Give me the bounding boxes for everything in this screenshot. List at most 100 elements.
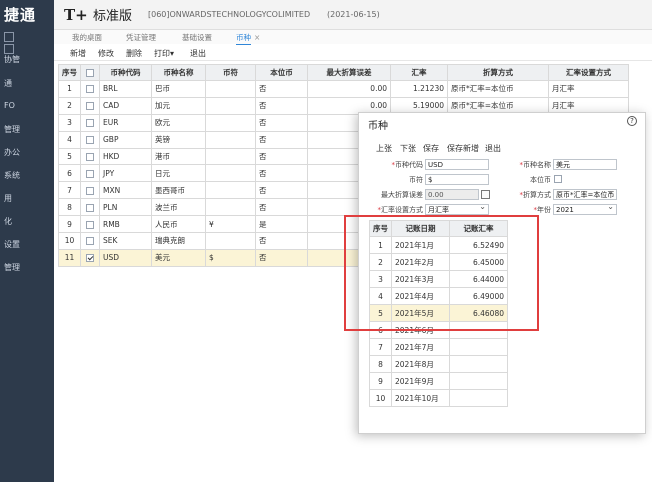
- row-checkbox[interactable]: [86, 237, 94, 246]
- sidebar-item[interactable]: 管理: [4, 262, 20, 273]
- cell-name: 人民币: [151, 215, 206, 234]
- row-select-cell[interactable]: [80, 164, 100, 183]
- row-checkbox[interactable]: [86, 85, 94, 94]
- cell-rate: 1.21230: [390, 80, 448, 98]
- exit-button[interactable]: 退出: [190, 48, 206, 59]
- cell-no: 7: [58, 181, 81, 200]
- cell-name: 瑞典克朗: [151, 232, 206, 250]
- tab-voucher[interactable]: 凭证管理: [126, 32, 156, 43]
- row-checkbox[interactable]: [86, 254, 94, 263]
- row-checkbox[interactable]: [86, 119, 94, 128]
- table-row[interactable]: 1 BRL 巴币 否 0.00 1.21230 原币*汇率=本位币 月汇率: [58, 80, 629, 98]
- sidebar-collapse-icon[interactable]: [4, 44, 14, 54]
- row-checkbox[interactable]: [86, 153, 94, 161]
- row-select-cell[interactable]: [80, 96, 100, 115]
- sidebar-item[interactable]: FO: [4, 101, 15, 110]
- row-select-cell[interactable]: [80, 113, 100, 132]
- dialog-toolbar: 上张 下张 保存 保存新增 退出: [359, 141, 645, 155]
- row-checkbox[interactable]: [86, 186, 94, 195]
- sidebar-item[interactable]: 办公: [4, 147, 20, 158]
- cell-base: 否: [255, 80, 308, 98]
- cell-no: 11: [58, 248, 81, 267]
- row-select-cell[interactable]: [80, 181, 100, 200]
- row-select-cell[interactable]: [80, 80, 100, 98]
- rate-cell-rate[interactable]: [449, 338, 508, 356]
- col-header: 币种名称: [151, 64, 206, 81]
- rate-cell-no: 7: [369, 338, 392, 356]
- rate-row[interactable]: 8 2021年8月: [369, 355, 508, 373]
- next-button[interactable]: 下张: [400, 143, 416, 154]
- row-checkbox[interactable]: [86, 102, 94, 111]
- currency-code-input[interactable]: USD: [425, 159, 489, 170]
- select-all-checkbox[interactable]: [86, 69, 94, 77]
- col-header: 币符: [205, 64, 256, 81]
- row-checkbox[interactable]: [86, 203, 94, 212]
- print-button[interactable]: 打印▾: [154, 48, 174, 59]
- rate-cell-no: 9: [369, 372, 392, 390]
- row-select-cell[interactable]: [80, 215, 100, 234]
- currency-symbol-input[interactable]: $: [425, 174, 489, 185]
- sidebar-item[interactable]: 用: [4, 193, 12, 204]
- method-label: *折算方式: [519, 191, 552, 199]
- sidebar-item[interactable]: 通: [4, 78, 12, 89]
- row-select-cell[interactable]: [80, 248, 100, 267]
- col-header: 折算方式: [447, 64, 549, 81]
- row-select-cell[interactable]: [80, 232, 100, 250]
- save-button[interactable]: 保存: [423, 143, 439, 154]
- rate-cell-date: 2021年9月: [391, 372, 450, 390]
- row-checkbox[interactable]: [86, 220, 94, 229]
- tab-currency[interactable]: 币种 ×: [236, 32, 260, 46]
- sidebar-tool-icon[interactable]: [4, 32, 14, 42]
- help-icon[interactable]: ?: [627, 116, 637, 126]
- col-header-select[interactable]: [80, 64, 100, 81]
- col-header: 最大折算误差: [307, 64, 391, 81]
- cell-base: 否: [255, 130, 308, 149]
- rate-row[interactable]: 9 2021年9月: [369, 372, 508, 390]
- cell-no: 3: [58, 113, 81, 132]
- sidebar-item[interactable]: 协管: [4, 54, 20, 65]
- rate-cell-rate[interactable]: [449, 372, 508, 390]
- conversion-method-select[interactable]: 原币*汇率=本位币: [553, 189, 617, 200]
- tab-basic-settings[interactable]: 基础设置: [182, 32, 212, 43]
- row-select-cell[interactable]: [80, 147, 100, 166]
- row-checkbox[interactable]: [86, 169, 94, 178]
- col-header: 币种代码: [99, 64, 152, 81]
- sidebar-item[interactable]: 系统: [4, 170, 20, 181]
- rate-cell-date: 2021年10月: [391, 389, 450, 407]
- row-checkbox[interactable]: [86, 136, 94, 145]
- delete-button[interactable]: 删除: [126, 48, 142, 59]
- rate-cell-rate[interactable]: [449, 389, 508, 407]
- base-currency-checkbox[interactable]: [554, 175, 562, 183]
- calculator-icon[interactable]: [481, 190, 490, 199]
- year-label: *年份: [533, 206, 552, 214]
- prev-button[interactable]: 上张: [376, 143, 392, 154]
- tab-currency-label: 币种: [236, 33, 251, 42]
- row-select-cell[interactable]: [80, 198, 100, 217]
- max-error-input[interactable]: 0.00: [425, 189, 479, 200]
- currency-name-input[interactable]: 美元: [553, 159, 617, 170]
- sidebar-item[interactable]: 管理: [4, 124, 20, 135]
- cell-base: 是: [255, 215, 308, 234]
- cell-base: 否: [255, 181, 308, 200]
- cell-no: 9: [58, 215, 81, 234]
- rate-setting-select[interactable]: 月汇率: [425, 204, 489, 215]
- edit-button[interactable]: 修改: [98, 48, 114, 59]
- year-select[interactable]: 2021: [553, 204, 617, 215]
- sidebar-item[interactable]: 设置: [4, 239, 20, 250]
- rate-row[interactable]: 7 2021年7月: [369, 338, 508, 356]
- row-select-cell[interactable]: [80, 130, 100, 149]
- cell-symbol: [205, 96, 256, 115]
- add-button[interactable]: 新增: [70, 48, 86, 59]
- rate-cell-rate[interactable]: [449, 355, 508, 373]
- save-new-button[interactable]: 保存新增: [447, 143, 479, 154]
- rate-row[interactable]: 10 2021年10月: [369, 389, 508, 407]
- cell-name: 加元: [151, 96, 206, 115]
- cell-no: 2: [58, 96, 81, 115]
- sidebar-item[interactable]: 化: [4, 216, 12, 227]
- dialog-exit-button[interactable]: 退出: [485, 143, 501, 154]
- tab-desktop[interactable]: 我的桌面: [72, 32, 102, 43]
- cell-symbol: [205, 80, 256, 98]
- table-header: 序号 币种代码 币种名称 币符 本位币 最大折算误差 汇率 折算方式 汇率设置方…: [58, 64, 629, 81]
- close-icon[interactable]: ×: [254, 33, 260, 42]
- cell-base: 否: [255, 113, 308, 132]
